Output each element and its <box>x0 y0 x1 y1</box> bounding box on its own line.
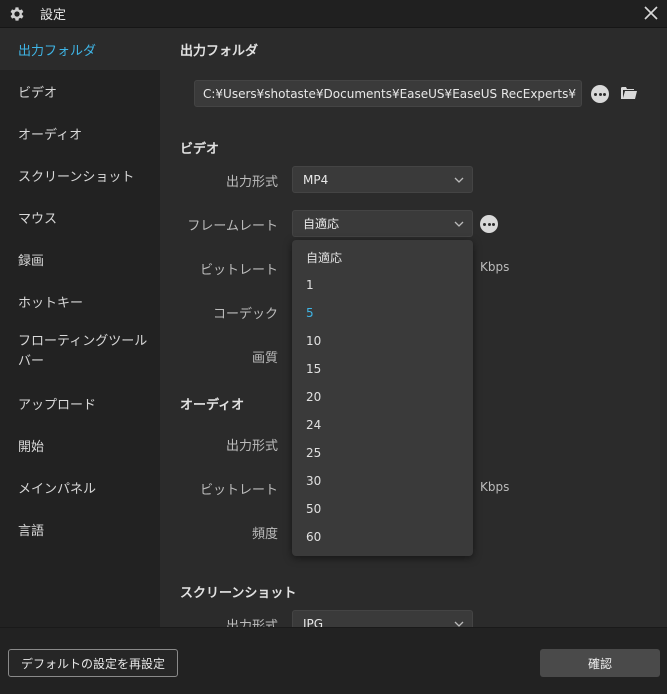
framerate-label: フレームレート <box>187 219 278 234</box>
sidebar-item-audio[interactable]: オーディオ <box>0 112 160 154</box>
section-title-screenshot: スクリーンショット <box>180 586 297 601</box>
video-format-label: 出力形式 <box>225 175 278 190</box>
reset-defaults-button[interactable]: デフォルトの設定を再設定 <box>8 649 178 677</box>
chevron-down-icon <box>454 621 464 627</box>
framerate-option[interactable]: 60 <box>292 523 473 551</box>
quality-label: 画質 <box>251 351 278 366</box>
sidebar-item-start[interactable]: 開始 <box>0 424 160 466</box>
sidebar-item-recording[interactable]: 録画 <box>0 238 160 280</box>
output-path-field[interactable]: C:¥Users¥shotaste¥Documents¥EaseUS¥EaseU… <box>194 80 582 107</box>
sidebar-item-output-folder[interactable]: 出力フォルダ <box>0 28 160 70</box>
framerate-option[interactable]: 50 <box>292 495 473 523</box>
folder-icon[interactable] <box>620 85 638 101</box>
sidebar-item-video[interactable]: ビデオ <box>0 70 160 112</box>
sidebar-item-hotkeys[interactable]: ホットキー <box>0 280 160 322</box>
section-title-output-folder: 出力フォルダ <box>180 44 259 59</box>
framerate-option[interactable]: 20 <box>292 383 473 411</box>
framerate-option[interactable]: 15 <box>292 355 473 383</box>
framerate-option[interactable]: 自適応 <box>292 243 473 271</box>
title-bar: 設定 <box>0 0 667 28</box>
more-options-icon[interactable] <box>591 85 609 103</box>
framerate-option[interactable]: 25 <box>292 439 473 467</box>
audio-bitrate-unit: Kbps <box>480 480 510 494</box>
video-format-select[interactable]: MP4 <box>292 166 473 193</box>
audio-bitrate-label: ビットレート <box>199 483 278 498</box>
chevron-down-icon <box>454 221 464 227</box>
video-bitrate-label: ビットレート <box>199 263 278 278</box>
frequency-label: 頻度 <box>251 527 278 542</box>
gear-icon <box>10 6 24 21</box>
section-title-audio: オーディオ <box>180 398 245 413</box>
framerate-option[interactable]: 30 <box>292 467 473 495</box>
screenshot-format-label: 出力形式 <box>225 619 278 627</box>
sidebar-item-upload[interactable]: アップロード <box>0 382 160 424</box>
section-title-video: ビデオ <box>180 142 220 157</box>
framerate-info-icon[interactable] <box>480 215 498 233</box>
sidebar-item-main-panel[interactable]: メインパネル <box>0 466 160 508</box>
framerate-dropdown: 自適応 1 5 10 15 20 24 25 30 50 60 <box>292 240 473 556</box>
chevron-down-icon <box>454 177 464 183</box>
sidebar-item-language[interactable]: 言語 <box>0 508 160 550</box>
sidebar-item-mouse[interactable]: マウス <box>0 196 160 238</box>
footer: デフォルトの設定を再設定 確認 <box>0 627 667 694</box>
video-bitrate-unit: Kbps <box>480 260 510 274</box>
window-title: 設定 <box>40 8 67 23</box>
close-icon[interactable] <box>641 3 661 23</box>
framerate-option[interactable]: 10 <box>292 327 473 355</box>
framerate-option[interactable]: 24 <box>292 411 473 439</box>
screenshot-format-select[interactable]: JPG <box>292 610 473 627</box>
framerate-option-highlighted[interactable]: 5 <box>292 299 473 327</box>
framerate-option[interactable]: 1 <box>292 271 473 299</box>
sidebar: 出力フォルダ ビデオ オーディオ スクリーンショット マウス 録画 ホットキー … <box>0 28 160 627</box>
framerate-select[interactable]: 自適応 <box>292 210 473 237</box>
codec-label: コーデック <box>212 307 278 322</box>
sidebar-item-screenshot[interactable]: スクリーンショット <box>0 154 160 196</box>
sidebar-item-floating-toolbar[interactable]: フローティングツールバー <box>0 322 160 382</box>
confirm-button[interactable]: 確認 <box>540 649 660 677</box>
audio-format-label: 出力形式 <box>225 439 278 454</box>
